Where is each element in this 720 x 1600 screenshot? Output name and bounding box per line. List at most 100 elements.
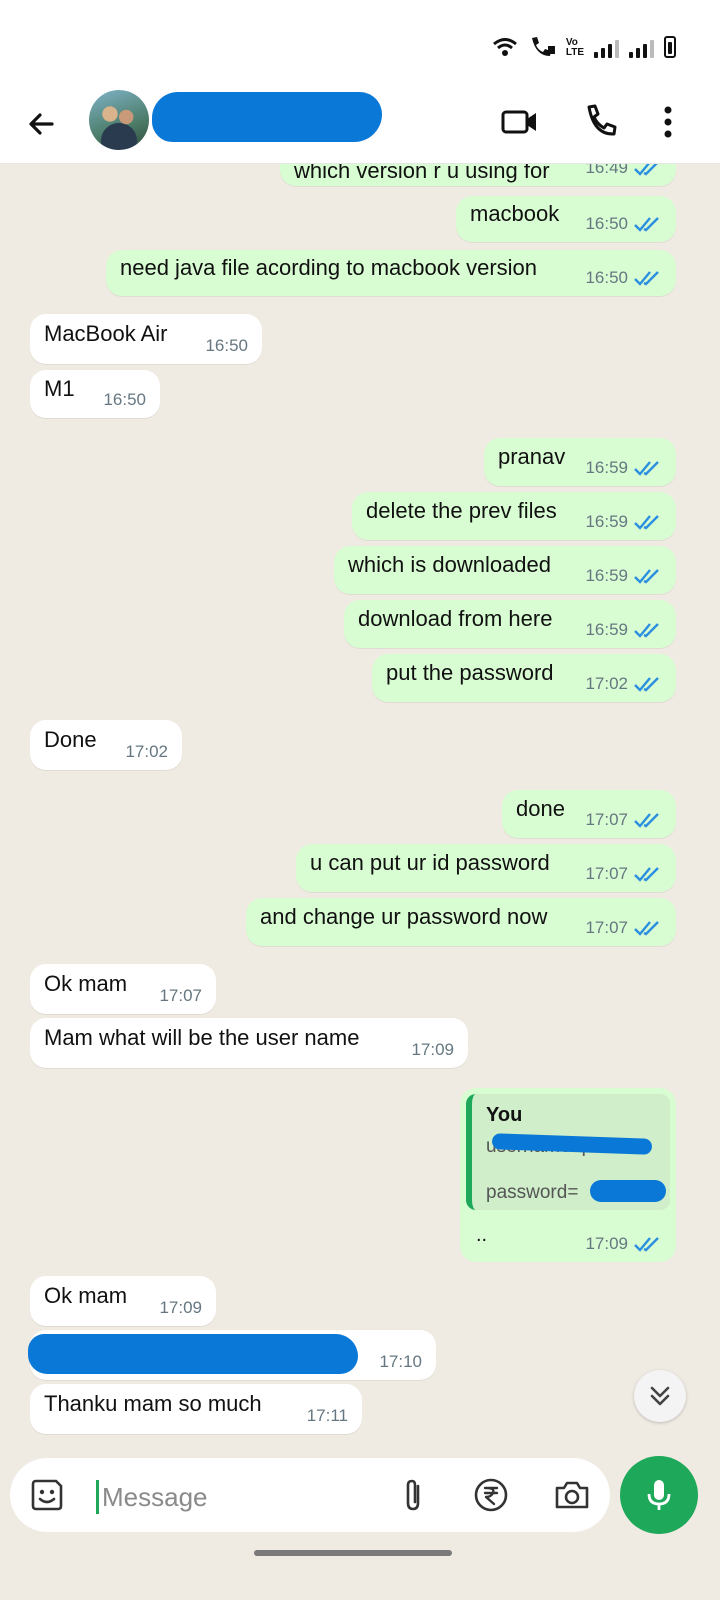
message-bubble-outgoing[interactable]: download from here 16:59 bbox=[344, 600, 676, 648]
read-ticks-icon bbox=[634, 623, 659, 638]
message-time: 17:07 bbox=[585, 810, 628, 829]
message-time: 17:07 bbox=[159, 986, 202, 1005]
phone-icon[interactable] bbox=[578, 100, 622, 144]
message-bubble-incoming[interactable]: Ok mam 17:09 bbox=[30, 1276, 216, 1326]
sticker-icon[interactable] bbox=[28, 1476, 66, 1514]
message-time: 16:50 bbox=[585, 214, 628, 233]
message-meta: 16:50 bbox=[585, 268, 662, 288]
read-ticks-icon bbox=[634, 164, 658, 176]
text-caret bbox=[96, 1480, 99, 1514]
message-meta: 17:10 bbox=[379, 1352, 422, 1372]
home-indicator[interactable] bbox=[254, 1550, 452, 1556]
back-arrow-icon[interactable] bbox=[22, 104, 62, 144]
redacted-contact-name[interactable] bbox=[152, 92, 382, 142]
message-bubble-outgoing-reply[interactable]: You username=pranav password= .. 17:09 bbox=[460, 1088, 676, 1262]
message-meta: 16:49 bbox=[585, 164, 662, 178]
message-time: 17:09 bbox=[411, 1040, 454, 1059]
message-time: 16:59 bbox=[585, 620, 628, 639]
message-bubble-outgoing[interactable]: delete the prev files 16:59 bbox=[352, 492, 676, 540]
message-bubble-outgoing[interactable]: and change ur password now 17:07 bbox=[246, 898, 676, 946]
message-meta: 17:02 bbox=[585, 674, 662, 694]
message-time: 16:59 bbox=[585, 512, 628, 531]
message-time: 17:07 bbox=[585, 918, 628, 937]
message-bubble-incoming[interactable]: MacBook Air 16:50 bbox=[30, 314, 262, 364]
message-text: Done bbox=[44, 727, 97, 752]
message-bubble-incoming[interactable]: Done 17:02 bbox=[30, 720, 182, 770]
message-time: 16:59 bbox=[585, 566, 628, 585]
composer-bar: Message bbox=[0, 1454, 720, 1600]
paperclip-icon[interactable] bbox=[394, 1476, 432, 1514]
message-bubble-outgoing[interactable]: need java file acording to macbook versi… bbox=[106, 250, 676, 296]
message-meta: 16:50 bbox=[585, 214, 662, 234]
message-text: Thanku mam so much bbox=[44, 1391, 262, 1416]
message-bubble-incoming[interactable]: Mam what will be the user name 17:09 bbox=[30, 1018, 468, 1068]
redacted-message-content bbox=[28, 1334, 358, 1374]
message-meta: 16:59 bbox=[585, 566, 662, 586]
message-text: pranav bbox=[498, 444, 566, 469]
message-bubble-outgoing[interactable]: which version r u using for 16:49 bbox=[280, 164, 676, 186]
message-text: M1 bbox=[44, 376, 75, 401]
message-bubble-outgoing[interactable]: which is downloaded 16:59 bbox=[334, 546, 676, 594]
message-text: Ok mam bbox=[44, 1283, 128, 1308]
message-text: macbook bbox=[470, 201, 560, 226]
message-bubble-outgoing[interactable]: u can put ur id password 17:07 bbox=[296, 844, 676, 892]
status-bar: Vo LTE bbox=[0, 0, 720, 86]
status-icons: Vo LTE bbox=[492, 34, 676, 58]
message-time: 17:11 bbox=[306, 1406, 348, 1425]
message-meta: 16:59 bbox=[585, 512, 662, 532]
scroll-to-bottom-button[interactable] bbox=[634, 1370, 686, 1422]
message-input[interactable]: Message bbox=[10, 1458, 610, 1532]
read-ticks-icon bbox=[634, 217, 659, 232]
message-text: done bbox=[516, 796, 565, 821]
message-time: 16:50 bbox=[205, 336, 248, 355]
camera-icon[interactable] bbox=[552, 1476, 592, 1514]
avatar[interactable] bbox=[89, 90, 149, 150]
message-meta: 17:07 bbox=[585, 918, 662, 938]
message-bubble-incoming[interactable]: M1 16:50 bbox=[30, 370, 160, 418]
redaction-mark bbox=[590, 1180, 666, 1202]
message-bubble-outgoing[interactable]: done 17:07 bbox=[502, 790, 676, 838]
chat-area[interactable]: which version r u using for 16:49 macboo… bbox=[0, 164, 720, 1454]
message-text: put the password bbox=[386, 660, 554, 685]
message-time: 17:02 bbox=[125, 742, 168, 761]
message-meta: 16:50 bbox=[205, 336, 248, 356]
message-time: 16:49 bbox=[585, 164, 628, 177]
message-text: which version r u using for bbox=[294, 164, 550, 183]
message-text: need java file acording to macbook versi… bbox=[120, 255, 538, 280]
message-meta: 17:11 bbox=[307, 1406, 348, 1426]
message-text: Mam what will be the user name bbox=[44, 1025, 360, 1050]
message-time: 17:02 bbox=[585, 674, 628, 693]
message-time: 16:59 bbox=[585, 458, 628, 477]
read-ticks-icon bbox=[634, 569, 659, 584]
message-bubble-outgoing[interactable]: put the password 17:02 bbox=[372, 654, 676, 702]
more-vertical-icon[interactable] bbox=[646, 100, 690, 144]
message-time: 16:50 bbox=[585, 268, 628, 287]
message-text: which is downloaded bbox=[348, 552, 552, 577]
message-bubble-incoming[interactable]: Thanku mam so much 17:11 bbox=[30, 1384, 362, 1434]
volte-icon: Vo LTE bbox=[565, 37, 584, 58]
voice-record-button[interactable] bbox=[620, 1456, 698, 1534]
message-meta: 17:02 bbox=[125, 742, 168, 762]
read-ticks-icon bbox=[634, 271, 659, 286]
message-bubble-outgoing[interactable]: macbook 16:50 bbox=[456, 196, 676, 242]
message-meta: 17:07 bbox=[585, 864, 662, 884]
message-bubble-incoming[interactable]: Ok mam 17:07 bbox=[30, 964, 216, 1014]
quoted-message[interactable]: You username=pranav password= bbox=[466, 1094, 670, 1210]
message-meta: 16:59 bbox=[585, 620, 662, 640]
wifi-call-icon bbox=[531, 37, 555, 56]
message-text: delete the prev files bbox=[366, 498, 557, 523]
message-meta: 17:07 bbox=[159, 986, 202, 1006]
message-time: 17:07 bbox=[585, 864, 628, 883]
video-call-icon[interactable] bbox=[498, 100, 542, 144]
double-chevron-down-icon bbox=[650, 1386, 670, 1406]
message-text: and change ur password now bbox=[260, 904, 548, 929]
rupee-payment-icon[interactable] bbox=[472, 1476, 510, 1514]
message-bubble-outgoing[interactable]: pranav 16:59 bbox=[484, 438, 676, 486]
wifi-icon bbox=[492, 38, 517, 56]
message-meta: 17:09 bbox=[159, 1298, 202, 1318]
signal-1-icon bbox=[594, 40, 619, 58]
message-text: Ok mam bbox=[44, 971, 128, 996]
read-ticks-icon bbox=[634, 867, 659, 882]
message-text: u can put ur id password bbox=[310, 850, 550, 875]
read-ticks-icon bbox=[634, 515, 659, 530]
